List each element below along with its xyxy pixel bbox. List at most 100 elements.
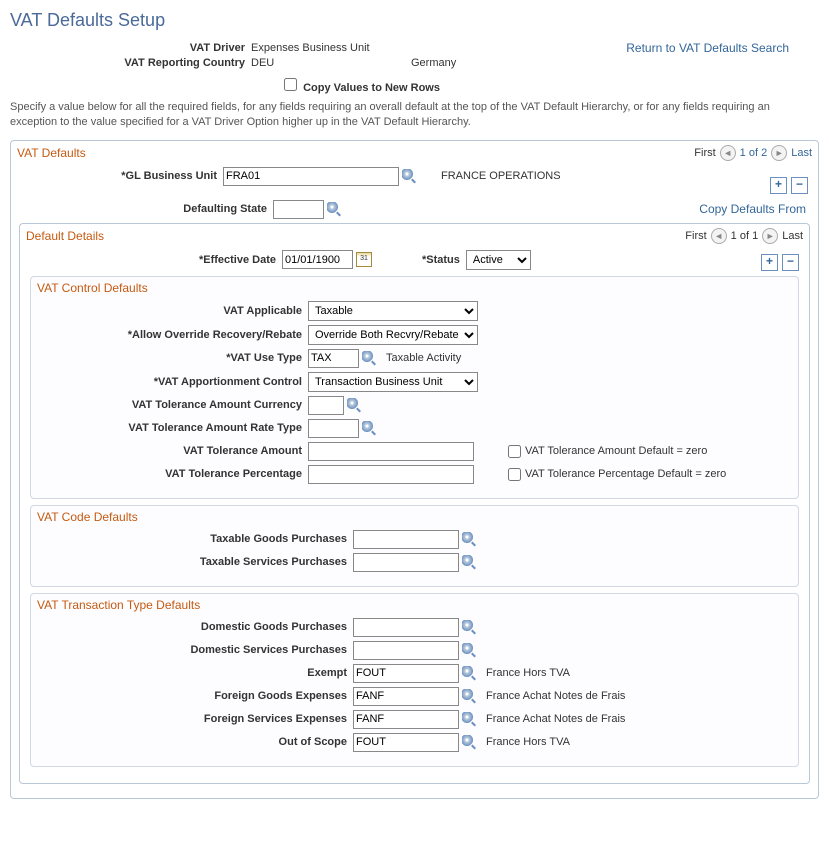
txn-input[interactable] (353, 641, 459, 660)
vat-defaults-section: VAT Defaults First ◄ 1 of 2 ► Last *GL B… (10, 140, 819, 799)
vat-defaults-title: VAT Defaults (17, 146, 86, 160)
lookup-icon[interactable] (327, 202, 341, 216)
vat-txn-section: VAT Transaction Type Defaults Domestic G… (30, 593, 799, 767)
txn-input[interactable] (353, 733, 459, 752)
tol-rate-input[interactable] (308, 419, 359, 438)
copy-defaults-link[interactable]: Copy Defaults From (699, 202, 806, 216)
pager-range: 1 of 1 (731, 230, 759, 242)
vat-code-section: VAT Code Defaults Taxable Goods Purchase… (30, 505, 799, 587)
pager-last-label: Last (782, 230, 803, 242)
gl-bu-name: FRANCE OPERATIONS (441, 170, 561, 182)
txn-input[interactable] (353, 664, 459, 683)
eff-date-input[interactable] (282, 250, 353, 269)
vat-txn-title: VAT Transaction Type Defaults (37, 598, 792, 612)
page-title: VAT Defaults Setup (10, 10, 819, 31)
return-link[interactable]: Return to VAT Defaults Search (626, 41, 819, 55)
lookup-icon[interactable] (462, 620, 476, 634)
vat-defaults-pager: First ◄ 1 of 2 ► Last (694, 145, 812, 161)
remove-row-button[interactable]: − (782, 254, 799, 271)
applicable-select[interactable]: Taxable (308, 301, 478, 321)
default-details-title: Default Details (26, 229, 104, 243)
txn-label: Domestic Goods Purchases (37, 621, 353, 633)
lookup-icon[interactable] (462, 689, 476, 703)
txn-row: Domestic Services Purchases (37, 641, 792, 660)
txn-row: ExemptFrance Hors TVA (37, 664, 792, 683)
header-block: VAT Driver Expenses Business Unit Return… (10, 41, 819, 130)
pager-prev-icon[interactable]: ◄ (711, 228, 727, 244)
add-row-button[interactable]: + (761, 254, 778, 271)
remove-row-button[interactable]: − (791, 177, 808, 194)
def-state-input[interactable] (273, 200, 324, 219)
txn-desc: France Hors TVA (486, 736, 570, 748)
tol-pct-zero-checkbox[interactable] (508, 468, 521, 481)
vat-code-title: VAT Code Defaults (37, 510, 792, 524)
tol-amt-label: VAT Tolerance Amount (37, 445, 308, 457)
status-select[interactable]: Active (466, 250, 531, 270)
lookup-icon[interactable] (462, 555, 476, 569)
pager-range[interactable]: 1 of 2 (740, 147, 768, 159)
lookup-icon[interactable] (462, 666, 476, 680)
vat-country-label: VAT Reporting Country (10, 57, 251, 69)
add-row-button[interactable]: + (770, 177, 787, 194)
code-goods-label: Taxable Goods Purchases (37, 533, 353, 545)
override-select[interactable]: Override Both Recvry/Rebate % (308, 325, 478, 345)
vat-control-section: VAT Control Defaults VAT Applicable Taxa… (30, 276, 799, 499)
override-label: *Allow Override Recovery/Rebate (37, 329, 308, 341)
code-services-input[interactable] (353, 553, 459, 572)
vat-driver-value: Expenses Business Unit (251, 42, 411, 54)
use-type-label: *VAT Use Type (37, 352, 308, 364)
calendar-icon[interactable]: 31 (356, 252, 372, 267)
tol-pct-zero-label: VAT Tolerance Percentage Default = zero (525, 468, 726, 480)
code-services-label: Taxable Services Purchases (37, 556, 353, 568)
txn-desc: France Achat Notes de Frais (486, 713, 625, 725)
copy-rows-checkbox[interactable] (284, 78, 297, 91)
status-label: *Status (422, 254, 460, 266)
lookup-icon[interactable] (402, 169, 416, 183)
tol-curr-label: VAT Tolerance Amount Currency (37, 399, 308, 411)
code-goods-input[interactable] (353, 530, 459, 549)
txn-label: Domestic Services Purchases (37, 644, 353, 656)
lookup-icon[interactable] (462, 712, 476, 726)
txn-label: Foreign Goods Expenses (37, 690, 353, 702)
pager-prev-icon[interactable]: ◄ (720, 145, 736, 161)
lookup-icon[interactable] (347, 398, 361, 412)
tol-amt-zero-checkbox[interactable] (508, 445, 521, 458)
txn-input[interactable] (353, 687, 459, 706)
lookup-icon[interactable] (462, 735, 476, 749)
gl-bu-input[interactable] (223, 167, 399, 186)
apport-label: *VAT Apportionment Control (37, 376, 308, 388)
txn-input[interactable] (353, 710, 459, 729)
txn-row: Domestic Goods Purchases (37, 618, 792, 637)
txn-row: Out of Scope France Hors TVA (37, 733, 792, 752)
tol-amt-zero-label: VAT Tolerance Amount Default = zero (525, 445, 707, 457)
pager-first-label: First (694, 147, 715, 159)
vat-country-name: Germany (411, 57, 456, 69)
vat-control-title: VAT Control Defaults (37, 281, 792, 295)
lookup-icon[interactable] (362, 351, 376, 365)
default-details-section: Default Details First ◄ 1 of 1 ► Last *E… (19, 223, 810, 784)
pager-next-icon[interactable]: ► (762, 228, 778, 244)
pager-next-icon[interactable]: ► (771, 145, 787, 161)
lookup-icon[interactable] (462, 532, 476, 546)
use-type-text: Taxable Activity (386, 352, 461, 364)
txn-input[interactable] (353, 618, 459, 637)
copy-rows-label: Copy Values to New Rows (303, 82, 440, 94)
page-description: Specify a value below for all the requir… (10, 100, 819, 130)
txn-label: Exempt (37, 667, 353, 679)
tol-rate-label: VAT Tolerance Amount Rate Type (37, 422, 308, 434)
tol-amt-input[interactable] (308, 442, 474, 461)
pager-last-link[interactable]: Last (791, 147, 812, 159)
lookup-icon[interactable] (462, 643, 476, 657)
tol-pct-label: VAT Tolerance Percentage (37, 468, 308, 480)
eff-date-label: *Effective Date (26, 254, 282, 266)
tol-pct-input[interactable] (308, 465, 474, 484)
txn-label: Out of Scope (37, 736, 353, 748)
use-type-input[interactable] (308, 349, 359, 368)
def-state-label: Defaulting State (17, 203, 273, 215)
tol-curr-input[interactable] (308, 396, 344, 415)
pager-first-label: First (685, 230, 706, 242)
txn-row: Foreign Goods ExpensesFrance Achat Notes… (37, 687, 792, 706)
apport-select[interactable]: Transaction Business Unit (308, 372, 478, 392)
lookup-icon[interactable] (362, 421, 376, 435)
txn-label: Foreign Services Expenses (37, 713, 353, 725)
